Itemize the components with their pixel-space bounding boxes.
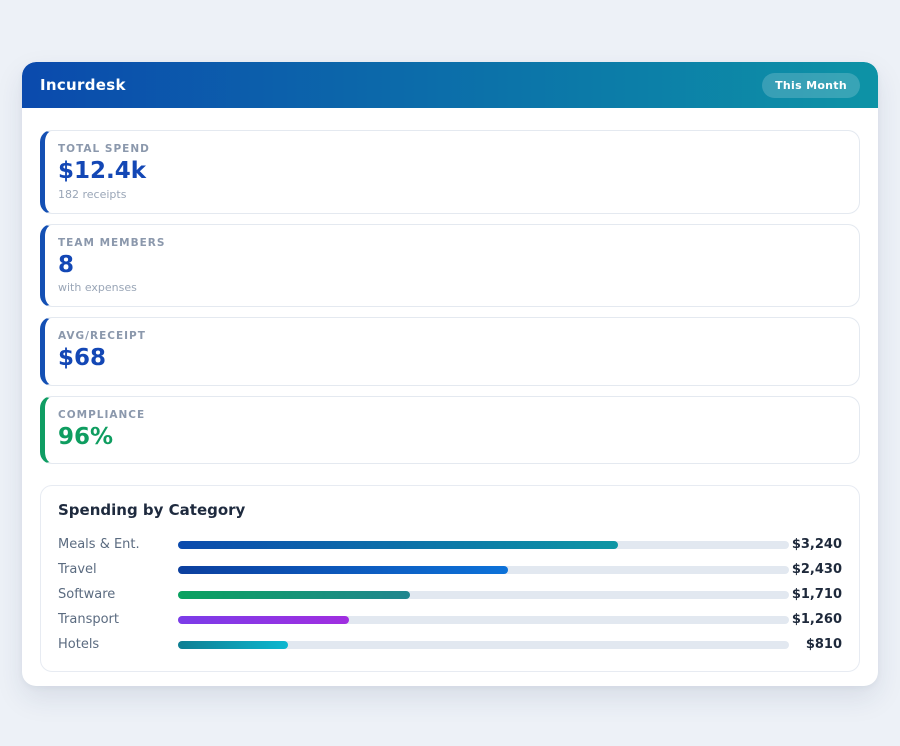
category-row-meals: Meals & Ent. $3,240 — [58, 532, 842, 557]
stat-caption: with expenses — [58, 281, 843, 294]
category-amount: $810 — [789, 637, 842, 652]
dashboard-content: TOTAL SPEND $12.4k 182 receipts TEAM MEM… — [22, 108, 878, 672]
stat-card-compliance: COMPLIANCE 96% — [40, 396, 860, 465]
category-amount: $3,240 — [789, 537, 842, 552]
category-label: Travel — [58, 562, 178, 577]
category-amount: $2,430 — [789, 562, 842, 577]
stat-label: COMPLIANCE — [58, 409, 843, 421]
category-label: Meals & Ent. — [58, 537, 178, 552]
stat-card-total-spend: TOTAL SPEND $12.4k 182 receipts — [40, 130, 860, 214]
category-row-travel: Travel $2,430 — [58, 557, 842, 582]
stat-value: 96% — [58, 424, 843, 452]
category-row-software: Software $1,710 — [58, 582, 842, 607]
category-label: Software — [58, 587, 178, 602]
bar-track — [178, 541, 789, 549]
spending-by-category-panel: Spending by Category Meals & Ent. $3,240… — [40, 485, 860, 672]
period-badge[interactable]: This Month — [762, 73, 860, 98]
category-label: Transport — [58, 612, 178, 627]
bar-track — [178, 566, 789, 574]
stat-card-team-members: TEAM MEMBERS 8 with expenses — [40, 224, 860, 308]
bar-fill-transport — [178, 616, 349, 624]
category-amount: $1,710 — [789, 587, 842, 602]
bar-fill-hotels — [178, 641, 288, 649]
bar-fill-meals — [178, 541, 618, 549]
panel-title: Spending by Category — [58, 501, 842, 519]
bar-fill-software — [178, 591, 410, 599]
stat-value: $12.4k — [58, 158, 843, 186]
bar-fill-travel — [178, 566, 508, 574]
category-label: Hotels — [58, 637, 178, 652]
stat-caption: 182 receipts — [58, 188, 843, 201]
stat-label: AVG/RECEIPT — [58, 330, 843, 342]
stat-value: 8 — [58, 252, 843, 280]
bar-track — [178, 616, 789, 624]
dashboard-card: Incurdesk This Month TOTAL SPEND $12.4k … — [22, 62, 878, 686]
category-row-transport: Transport $1,260 — [58, 607, 842, 632]
app-header: Incurdesk This Month — [22, 62, 878, 108]
app-title: Incurdesk — [40, 76, 126, 94]
bar-track — [178, 641, 789, 649]
stat-card-avg-receipt: AVG/RECEIPT $68 — [40, 317, 860, 386]
page-background: { "header": { "title": "Incurdesk", "bad… — [0, 0, 900, 746]
stat-value: $68 — [58, 345, 843, 373]
bar-track — [178, 591, 789, 599]
category-amount: $1,260 — [789, 612, 842, 627]
category-row-hotels: Hotels $810 — [58, 632, 842, 657]
stat-label: TEAM MEMBERS — [58, 237, 843, 249]
stat-label: TOTAL SPEND — [58, 143, 843, 155]
